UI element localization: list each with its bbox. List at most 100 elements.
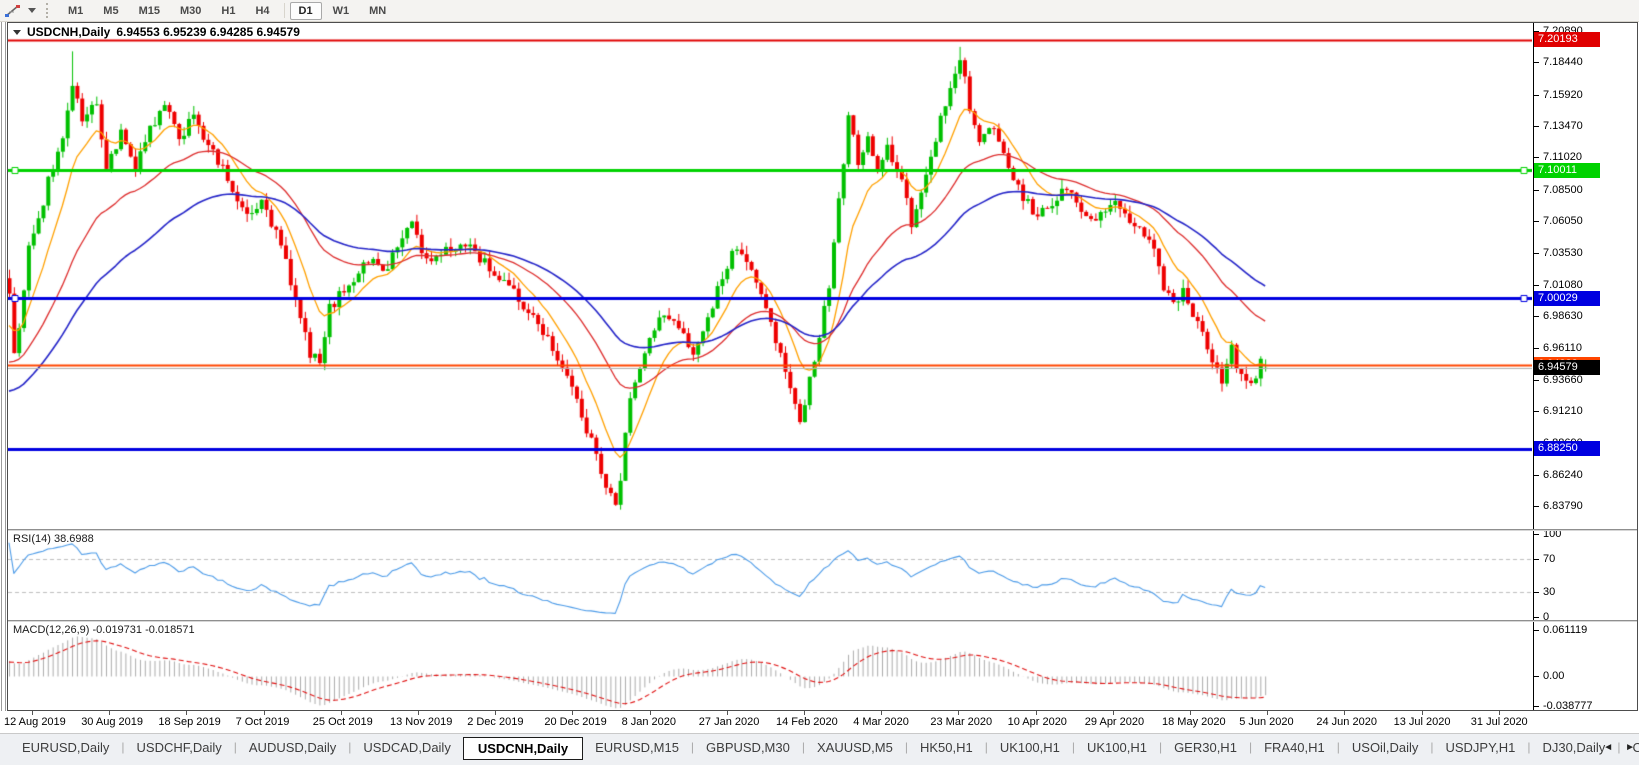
macd-axis-label: -0.038777 bbox=[1543, 700, 1593, 712]
rsi-tick-mark bbox=[1534, 617, 1539, 618]
date-tick-label: 18 Sep 2019 bbox=[158, 716, 221, 728]
date-tick-label: 8 Jan 2020 bbox=[621, 716, 677, 728]
chart-tab-hk50-h1[interactable]: HK50,H1 bbox=[908, 737, 985, 758]
chart-tab-usdjpy-h1[interactable]: USDJPY,H1 bbox=[1433, 737, 1527, 758]
chart-tabs-bar: EURUSD,Daily | USDCHF,Daily | AUDUSD,Daily | U… bbox=[0, 733, 1639, 765]
price-level-label: 7.10011 bbox=[1534, 163, 1600, 178]
timeframe-button-h1[interactable]: H1 bbox=[212, 2, 244, 20]
price-tick-mark bbox=[1534, 475, 1539, 476]
date-tick-label: 2 Dec 2019 bbox=[467, 716, 524, 728]
timeframe-button-h4[interactable]: H4 bbox=[246, 2, 278, 20]
timeframe-button-d1[interactable]: D1 bbox=[289, 1, 322, 20]
date-tick-label: 13 Jul 2020 bbox=[1393, 716, 1451, 728]
date-tick-mark bbox=[340, 711, 342, 715]
macd-axis-label: 0.061119 bbox=[1543, 624, 1588, 636]
date-tick-label: 25 Oct 2019 bbox=[312, 716, 373, 728]
date-tick-label: 4 Mar 2020 bbox=[853, 716, 909, 728]
price-tick-mark bbox=[1534, 95, 1539, 96]
chart-tab-audusd-daily[interactable]: AUDUSD,Daily bbox=[237, 737, 348, 758]
date-tick-mark bbox=[958, 711, 960, 715]
toolbar-grip[interactable] bbox=[46, 3, 49, 18]
chart-window: USDCNH,Daily 6.94553 6.95239 6.94285 6.9… bbox=[7, 22, 1638, 712]
price-tick-label: 6.91210 bbox=[1543, 405, 1583, 417]
price-chart-canvas[interactable] bbox=[8, 23, 1532, 529]
macd-tick-mark bbox=[1534, 630, 1539, 631]
chart-tab-usdcad-daily[interactable]: USDCAD,Daily bbox=[351, 737, 462, 758]
timeframe-button-m1[interactable]: M1 bbox=[59, 2, 92, 20]
date-tick-label: 20 Dec 2019 bbox=[544, 716, 607, 728]
timeframe-toolbar: M1 M5 M15 M30 H1 H4 D1 W1 MN bbox=[0, 0, 1639, 22]
price-tick-label: 6.86240 bbox=[1543, 468, 1583, 481]
chart-tab-eurusd-daily[interactable]: EURUSD,Daily bbox=[10, 737, 121, 758]
timeframe-button-m5[interactable]: M5 bbox=[94, 2, 127, 20]
time-axis[interactable]: 12 Aug 2019 30 Aug 2019 18 Sep 2019 7 Oct 2… bbox=[0, 711, 1639, 733]
macd-tick-mark bbox=[1534, 676, 1539, 677]
timeframe-button-m30[interactable]: M30 bbox=[171, 2, 210, 20]
price-tick-mark bbox=[1534, 348, 1539, 349]
price-tick-mark bbox=[1534, 506, 1539, 507]
date-tick-mark bbox=[1344, 711, 1346, 715]
price-tick-label: 6.93660 bbox=[1543, 373, 1583, 386]
date-tick-label: 24 Jun 2020 bbox=[1316, 716, 1377, 728]
chart-tab-eurusd-m15[interactable]: EURUSD,M15 bbox=[583, 737, 691, 758]
window-left-edge[interactable] bbox=[1, 22, 6, 733]
date-tick-label: 7 Oct 2019 bbox=[235, 716, 290, 728]
date-tick-mark bbox=[726, 711, 728, 715]
price-tick-mark bbox=[1534, 126, 1539, 127]
chart-ohlc-values: 6.94553 6.95239 6.94285 6.94579 bbox=[116, 25, 300, 39]
date-tick-mark bbox=[1190, 711, 1191, 715]
chart-tab-fra40-h1[interactable]: FRA40,H1 bbox=[1252, 737, 1337, 758]
symbol-dropdown-icon[interactable] bbox=[13, 29, 21, 35]
chart-tab-ger30-h1[interactable]: GER30,H1 bbox=[1162, 737, 1249, 758]
price-tick-mark bbox=[1534, 221, 1539, 222]
rsi-pane-canvas[interactable] bbox=[8, 531, 1532, 620]
pane-separator[interactable] bbox=[8, 529, 1637, 531]
chart-tab-uk100-h1[interactable]: UK100,H1 bbox=[988, 737, 1072, 758]
price-level-label: 7.20193 bbox=[1534, 32, 1600, 47]
price-tick-label: 7.11020 bbox=[1543, 151, 1582, 164]
price-tick-label: 7.06050 bbox=[1543, 215, 1583, 227]
chart-tab-usdchf-daily[interactable]: USDCHF,Daily bbox=[125, 737, 234, 758]
timeframe-button-mn[interactable]: MN bbox=[360, 2, 395, 20]
price-tick-label: 7.15920 bbox=[1543, 88, 1583, 101]
price-tick-label: 7.03530 bbox=[1543, 247, 1583, 260]
date-tick-mark bbox=[804, 711, 805, 715]
price-tick-label: 6.96110 bbox=[1543, 342, 1582, 355]
chart-tab-usoil-daily[interactable]: USOil,Daily bbox=[1340, 737, 1430, 758]
date-tick-label: 27 Jan 2020 bbox=[698, 716, 760, 728]
date-tick-mark bbox=[1498, 711, 1500, 715]
chart-tab-uk100-h1[interactable]: UK100,H1 bbox=[1075, 737, 1159, 758]
timeframe-button-m15[interactable]: M15 bbox=[130, 2, 169, 20]
price-tick-label: 7.01080 bbox=[1543, 278, 1583, 291]
price-tick-mark bbox=[1534, 380, 1539, 381]
pane-separator[interactable] bbox=[8, 620, 1637, 622]
macd-tick-mark bbox=[1534, 706, 1539, 707]
timeframe-button-w1[interactable]: W1 bbox=[324, 2, 359, 20]
line-studies-icon[interactable] bbox=[4, 4, 22, 18]
tabs-scroll-right-icon[interactable]: ► bbox=[1625, 742, 1635, 753]
date-tick-label: 30 Aug 2019 bbox=[81, 716, 143, 728]
chart-tab-gbpusd-m30[interactable]: GBPUSD,M30 bbox=[694, 737, 802, 758]
date-tick-mark bbox=[263, 711, 265, 715]
rsi-tick-mark bbox=[1534, 592, 1539, 593]
price-axis[interactable]: 7.20890 7.18440 7.15920 7.13470 7.11020 7.085… bbox=[1533, 23, 1637, 712]
chart-title[interactable]: USDCNH,Daily 6.94553 6.95239 6.94285 6.9… bbox=[13, 25, 300, 39]
chevron-down-icon[interactable] bbox=[28, 8, 36, 13]
chart-tab-usdcnh-daily[interactable]: USDCNH,Daily bbox=[462, 737, 584, 760]
chart-tab-xauusd-m5[interactable]: XAUUSD,M5 bbox=[805, 737, 905, 758]
price-tick-mark bbox=[1534, 285, 1539, 286]
rsi-tick-mark bbox=[1534, 534, 1539, 535]
rsi-tick-mark bbox=[1534, 559, 1539, 560]
price-tick-mark bbox=[1534, 253, 1539, 254]
date-tick-mark bbox=[1421, 711, 1423, 715]
price-tick-mark bbox=[1534, 411, 1539, 412]
date-tick-label: 5 Jun 2020 bbox=[1239, 716, 1294, 728]
macd-pane-canvas[interactable] bbox=[8, 622, 1532, 710]
macd-indicator-label: MACD(12,26,9) -0.019731 -0.018571 bbox=[13, 624, 195, 636]
date-tick-mark bbox=[32, 711, 33, 715]
date-tick-mark bbox=[1267, 711, 1269, 715]
tabs-scroll-left-icon[interactable]: ◄ bbox=[1603, 742, 1613, 753]
date-tick-mark bbox=[1112, 711, 1114, 715]
price-tick-label: 6.98630 bbox=[1543, 310, 1583, 322]
date-tick-label: 29 Apr 2020 bbox=[1084, 716, 1145, 728]
